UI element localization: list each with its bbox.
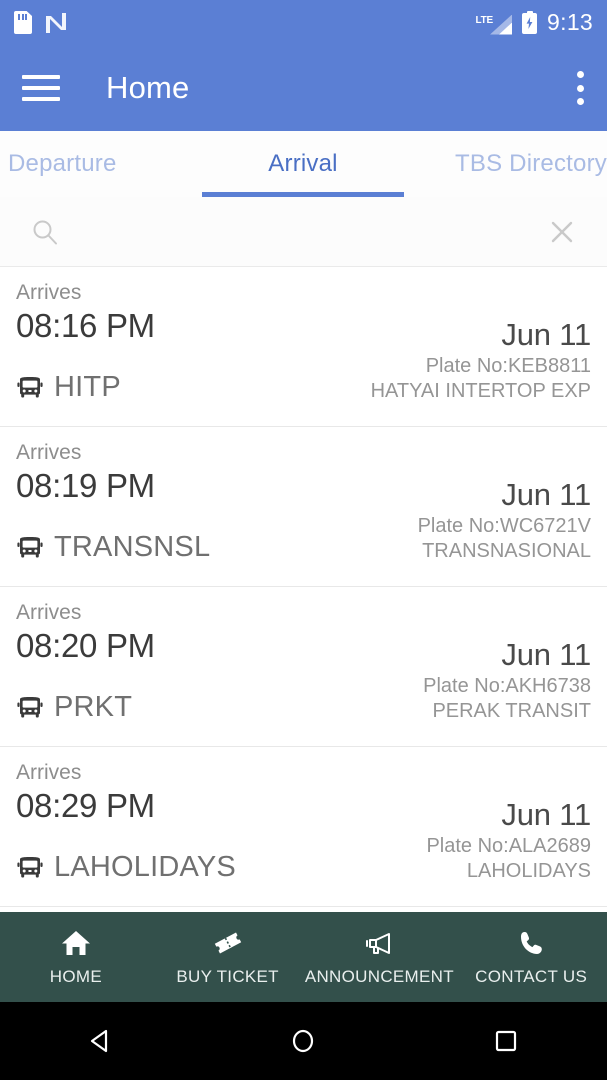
bus-icon (16, 376, 44, 400)
sd-card-icon (14, 11, 32, 34)
row-date: Jun 11 (501, 797, 591, 832)
close-icon[interactable] (547, 217, 577, 247)
tab-tbs-directory[interactable]: TBS Directory (404, 131, 607, 197)
circle-home-icon[interactable] (248, 1026, 358, 1056)
row-time: 08:19 PM (16, 467, 155, 505)
ticket-icon (212, 928, 244, 958)
tab-bar: Departure Arrival TBS Directory (0, 131, 607, 197)
bottom-nav-label-contact-us: CONTACT US (475, 966, 588, 986)
bus-icon (16, 696, 44, 720)
megaphone-icon (363, 928, 395, 958)
kebab-menu-icon[interactable] (577, 71, 585, 105)
row-operator-code: HITP (54, 371, 121, 403)
row-operator-name: LAHOLIDAYS (466, 860, 591, 882)
search-icon (30, 217, 60, 247)
row-status-label: Arrives (16, 441, 82, 464)
phone-icon (515, 928, 547, 958)
row-operator-name: PERAK TRANSIT (432, 700, 591, 722)
bottom-nav-item-home[interactable]: HOME (0, 928, 152, 987)
row-plate-number: Plate No:WC6721V (417, 515, 591, 537)
row-operator-code: PRKT (54, 691, 133, 723)
system-navigation-bar (0, 1002, 607, 1080)
row-operator-code: LAHOLIDAYS (54, 851, 236, 883)
row-time: 08:16 PM (16, 307, 155, 345)
row-operator-name: HATYAI INTERTOP EXP (370, 380, 591, 402)
status-bar-right-icons: LTE 9:13 (475, 9, 593, 36)
search-bar (0, 197, 607, 267)
app-toolbar: Home (0, 45, 607, 131)
search-input[interactable] (76, 218, 531, 245)
row-operator-name: TRANSNASIONAL (422, 540, 591, 562)
bottom-nav-label-buy-ticket: BUY TICKET (176, 966, 279, 986)
row-status-label: Arrives (16, 281, 82, 304)
table-row[interactable]: Arrives 08:16 PM Jun 11 HITP Plate No:KE… (0, 267, 607, 427)
table-row[interactable]: Arrives 08:19 PM Jun 11 TRANSNSL Plate N… (0, 427, 607, 587)
hamburger-icon[interactable] (22, 75, 60, 101)
bottom-nav-label-home: HOME (49, 966, 102, 986)
bus-icon (16, 856, 44, 880)
square-recents-icon[interactable] (451, 1026, 561, 1056)
page-title: Home (106, 70, 190, 105)
clock-label: 9:13 (547, 9, 593, 35)
row-date: Jun 11 (501, 477, 591, 512)
tab-departure[interactable]: Departure (0, 131, 202, 197)
home-icon (60, 928, 92, 958)
arrival-list: Arrives 08:16 PM Jun 11 HITP Plate No:KE… (0, 267, 607, 907)
row-date: Jun 11 (501, 637, 591, 672)
bottom-navigation-bar: HOME BUY TICKET ANNOUNCEMENT CONTACT US (0, 912, 607, 1002)
tab-active-indicator (202, 192, 404, 197)
row-time: 08:20 PM (16, 627, 155, 665)
bottom-nav-label-announcement: ANNOUNCEMENT (304, 966, 454, 986)
tab-tbs-directory-label: TBS Directory (455, 150, 607, 177)
tab-arrival[interactable]: Arrival (202, 131, 404, 197)
row-time: 08:29 PM (16, 787, 155, 825)
android-n-icon (44, 12, 68, 34)
tab-arrival-label: Arrival (268, 150, 338, 177)
row-operator-code: TRANSNSL (54, 531, 211, 563)
triangle-back-icon[interactable] (46, 1026, 156, 1056)
bottom-nav-item-buy-ticket[interactable]: BUY TICKET (152, 928, 304, 987)
row-status-label: Arrives (16, 761, 82, 784)
app-root: LTE 9:13 Home Departure Arrival TBS Dire… (0, 0, 607, 1080)
status-bar-left-icons (14, 11, 68, 34)
table-row[interactable]: Arrives 08:29 PM Jun 11 LAHOLIDAYS Plate… (0, 747, 607, 907)
row-plate-number: Plate No:ALA2689 (426, 835, 591, 857)
bottom-nav-item-contact-us[interactable]: CONTACT US (455, 928, 607, 987)
bus-icon (16, 536, 44, 560)
signal-icon: LTE (475, 11, 513, 35)
status-bar: LTE 9:13 (0, 0, 607, 45)
row-plate-number: Plate No:KEB8811 (425, 355, 591, 377)
row-date: Jun 11 (501, 317, 591, 352)
row-status-label: Arrives (16, 601, 82, 624)
row-plate-number: Plate No:AKH6738 (423, 675, 591, 697)
table-row[interactable]: Arrives 08:20 PM Jun 11 PRKT Plate No:AK… (0, 587, 607, 747)
tab-departure-label: Departure (8, 150, 117, 177)
bottom-nav-item-announcement[interactable]: ANNOUNCEMENT (304, 928, 456, 987)
battery-charging-icon (522, 11, 538, 34)
